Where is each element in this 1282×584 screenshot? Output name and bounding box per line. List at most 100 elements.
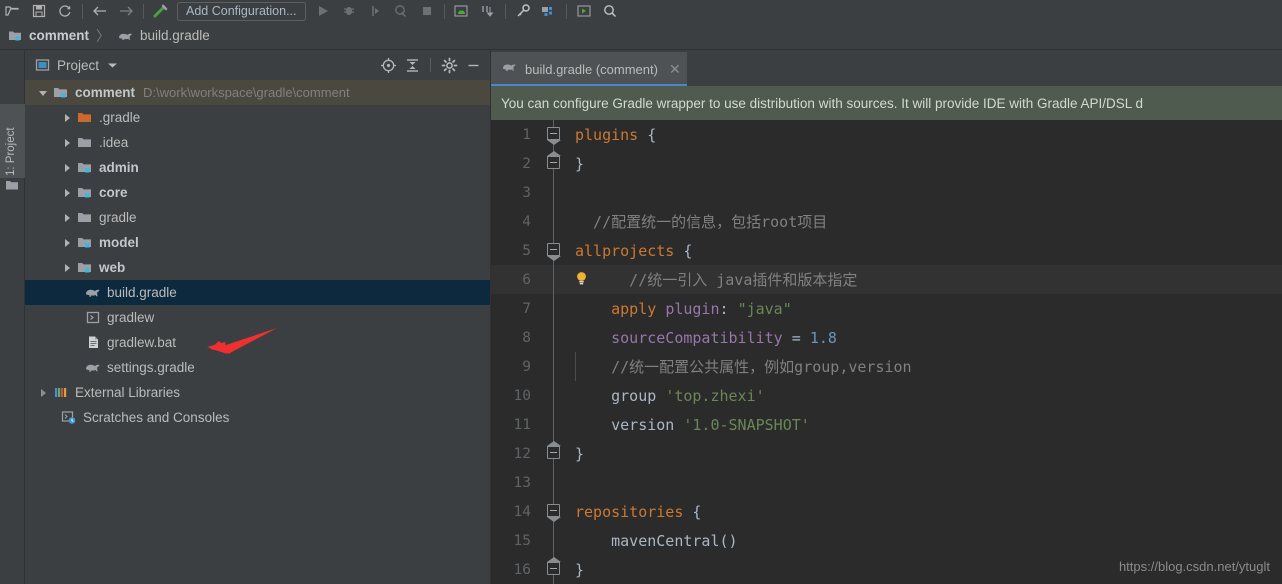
fold-gutter[interactable] <box>539 265 569 294</box>
toolbar-divider <box>565 3 567 19</box>
sync-refresh-icon[interactable] <box>52 0 78 22</box>
chevron-collapsed-icon[interactable] <box>59 113 75 123</box>
code-line[interactable]: 14 repositories { <box>491 497 1282 526</box>
line-number: 14 <box>513 503 531 520</box>
code-line[interactable]: 13 <box>491 468 1282 497</box>
libraries-icon <box>51 385 71 400</box>
hide-panel-icon[interactable] <box>462 54 484 76</box>
run-anything-icon[interactable] <box>571 0 597 22</box>
build-hammer-icon[interactable] <box>148 0 174 22</box>
settings-gear-icon[interactable] <box>438 54 460 76</box>
open-folder-icon[interactable] <box>0 0 26 22</box>
code-line[interactable]: 6 //统一引入 java插件和版本指定 <box>491 265 1282 294</box>
scroll-from-source-icon[interactable] <box>377 54 399 76</box>
fold-gutter[interactable] <box>539 352 569 381</box>
run-icon[interactable] <box>310 0 336 22</box>
chevron-collapsed-icon[interactable] <box>59 213 75 223</box>
fold-gutter[interactable] <box>539 410 569 439</box>
tree-path: D:\work\workspace\gradle\comment <box>143 85 350 100</box>
code-line[interactable]: 11 version '1.0-SNAPSHOT' <box>491 410 1282 439</box>
tree-row-external-libraries[interactable]: External Libraries <box>25 380 490 405</box>
breadcrumb-project[interactable]: comment <box>8 28 89 43</box>
search-everywhere-key-icon[interactable] <box>510 0 536 22</box>
tree-row-web[interactable]: web <box>25 255 490 280</box>
intention-bulb-icon[interactable] <box>575 271 588 287</box>
breadcrumb-file-label: build.gradle <box>140 28 210 43</box>
fold-gutter[interactable] <box>539 120 569 149</box>
code-line[interactable]: 4 //配置统一的信息，包括root项目 <box>491 207 1282 236</box>
tree-row-gradlew[interactable]: gradlew <box>25 305 490 330</box>
tree-row-dot-idea[interactable]: .idea <box>25 130 490 155</box>
code-line[interactable]: 1 plugins { <box>491 120 1282 149</box>
search-icon[interactable] <box>597 0 623 22</box>
code-line[interactable]: 7 apply plugin: "java" <box>491 294 1282 323</box>
chevron-collapsed-icon[interactable] <box>59 163 75 173</box>
code-line[interactable]: 8 sourceCompatibility = 1.8 <box>491 323 1282 352</box>
code-line[interactable]: 9 //统一配置公共属性，例如group,version <box>491 352 1282 381</box>
chevron-down-icon[interactable] <box>107 56 118 74</box>
code-line[interactable]: 3 <box>491 178 1282 207</box>
fold-gutter[interactable] <box>539 497 569 526</box>
tree-row-admin[interactable]: admin <box>25 155 490 180</box>
avd-manager-icon[interactable] <box>449 0 475 22</box>
chevron-collapsed-icon[interactable] <box>59 238 75 248</box>
collapse-all-icon[interactable] <box>401 54 423 76</box>
code-editor[interactable]: 1 plugins { 2 } 3 4 //配置统一的信息，包括root项目 5… <box>491 120 1282 584</box>
tree-row-gradlew-bat[interactable]: gradlew.bat <box>25 330 490 355</box>
fold-gutter[interactable] <box>539 149 569 178</box>
run-with-coverage-icon[interactable] <box>362 0 388 22</box>
tree-row-core[interactable]: core <box>25 180 490 205</box>
code-line[interactable]: 10 group 'top.zhexi' <box>491 381 1282 410</box>
code-line[interactable]: 2 } <box>491 149 1282 178</box>
back-arrow-icon[interactable] <box>87 0 113 22</box>
fold-gutter[interactable] <box>539 526 569 555</box>
project-structure-icon[interactable] <box>536 0 562 22</box>
code-line[interactable]: 15 mavenCentral() <box>491 526 1282 555</box>
code-line[interactable]: 5 allprojects { <box>491 236 1282 265</box>
save-all-icon[interactable] <box>26 0 52 22</box>
fold-gutter[interactable] <box>539 207 569 236</box>
forward-arrow-icon[interactable] <box>113 0 139 22</box>
fold-gutter[interactable] <box>539 555 569 584</box>
chevron-expanded-icon[interactable] <box>35 88 51 98</box>
tree-row-model[interactable]: model <box>25 230 490 255</box>
close-icon[interactable]: ✕ <box>669 61 681 78</box>
tree-row-comment[interactable]: comment D:\work\workspace\gradle\comment <box>25 80 490 105</box>
debug-icon[interactable] <box>336 0 362 22</box>
line-number: 12 <box>513 445 531 462</box>
tree-label: web <box>99 260 126 275</box>
structure-folder-icon[interactable] <box>5 178 20 197</box>
fold-gutter[interactable] <box>539 468 569 497</box>
code-line[interactable]: 12 } <box>491 439 1282 468</box>
fold-gutter[interactable] <box>539 323 569 352</box>
code-text: //统一配置公共属性，例如group,version <box>575 358 912 376</box>
tree-row-gradle[interactable]: gradle <box>25 205 490 230</box>
sdk-manager-icon[interactable] <box>475 0 501 22</box>
gradle-notification-bar[interactable]: You can configure Gradle wrapper to use … <box>491 86 1282 120</box>
tree-row-settings-gradle[interactable]: settings.gradle <box>25 355 490 380</box>
stop-icon[interactable] <box>414 0 440 22</box>
profile-icon[interactable] <box>388 0 414 22</box>
line-number: 16 <box>513 561 531 578</box>
fold-gutter[interactable] <box>539 381 569 410</box>
code-text: version '1.0-SNAPSHOT' <box>611 415 810 434</box>
fold-gutter[interactable] <box>539 294 569 323</box>
tree-row-dot-gradle[interactable]: .gradle <box>25 105 490 130</box>
code-text: mavenCentral() <box>611 531 738 550</box>
chevron-collapsed-icon[interactable] <box>59 138 75 148</box>
fold-gutter[interactable] <box>539 439 569 468</box>
run-configuration-selector[interactable]: Add Configuration... <box>177 1 306 21</box>
sidebar-item-project-tab[interactable]: 1: Project <box>0 104 25 178</box>
fold-gutter[interactable] <box>539 236 569 265</box>
tab-build-gradle[interactable]: build.gradle (comment) ✕ <box>491 52 687 86</box>
line-number: 10 <box>513 387 531 404</box>
chevron-collapsed-icon[interactable] <box>35 388 51 398</box>
fold-gutter[interactable] <box>539 178 569 207</box>
tree-label: External Libraries <box>75 385 181 400</box>
chevron-collapsed-icon[interactable] <box>59 188 75 198</box>
breadcrumb-file[interactable]: build.gradle <box>117 28 210 43</box>
tree-row-scratches-and-consoles[interactable]: Scratches and Consoles <box>25 405 490 430</box>
chevron-collapsed-icon[interactable] <box>59 263 75 273</box>
tab-active-underline <box>491 84 687 86</box>
tree-row-build-gradle[interactable]: build.gradle <box>25 280 490 305</box>
